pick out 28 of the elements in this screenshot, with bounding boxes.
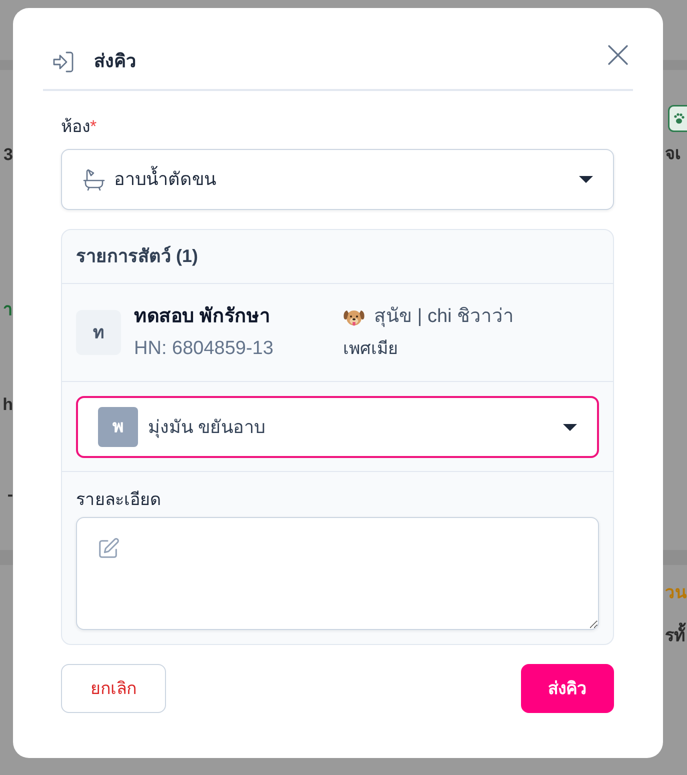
- page-text-fragment: -: [7, 485, 13, 505]
- pet-species: สุนัข | chi ชิวาว่า: [374, 304, 514, 329]
- close-icon[interactable]: [608, 44, 628, 64]
- page-text-fragment: 3: [4, 145, 13, 165]
- cancel-button[interactable]: ยกเลิก: [61, 664, 166, 713]
- edit-icon: [97, 537, 120, 560]
- pet-list-title: รายการสัตว์ (1): [76, 244, 198, 268]
- page-text-fragment: จเ: [665, 144, 681, 164]
- field-label: ห้อง: [61, 116, 90, 138]
- pet-hn: HN: 6804859-13: [134, 336, 274, 360]
- page-text-fragment: า: [3, 300, 13, 320]
- enter-icon: [52, 50, 76, 74]
- staff-avatar: พ: [98, 407, 138, 447]
- page-text-fragment: วน: [665, 583, 687, 603]
- bathtub-icon: [82, 168, 106, 192]
- pet-avatar: ท: [76, 310, 121, 355]
- caret-icon: [579, 176, 593, 183]
- caret-icon: [563, 424, 577, 430]
- details-field[interactable]: [76, 517, 599, 630]
- dialog-title: ส่งคิว: [94, 50, 136, 73]
- pet-sex: เพศเมีย: [343, 338, 398, 360]
- field-label: รายละเอียด: [76, 489, 161, 511]
- required-mark: *: [90, 116, 97, 138]
- page-text-fragment: h: [2, 395, 13, 415]
- submit-button[interactable]: ส่งคิว: [521, 664, 614, 713]
- pet-name: ทดสอบ พักรักษา: [134, 304, 270, 328]
- staff-select[interactable]: พ มุ่งมัน ขยันอาบ: [76, 396, 599, 458]
- room-select[interactable]: อาบน้ำตัดขน: [61, 149, 614, 210]
